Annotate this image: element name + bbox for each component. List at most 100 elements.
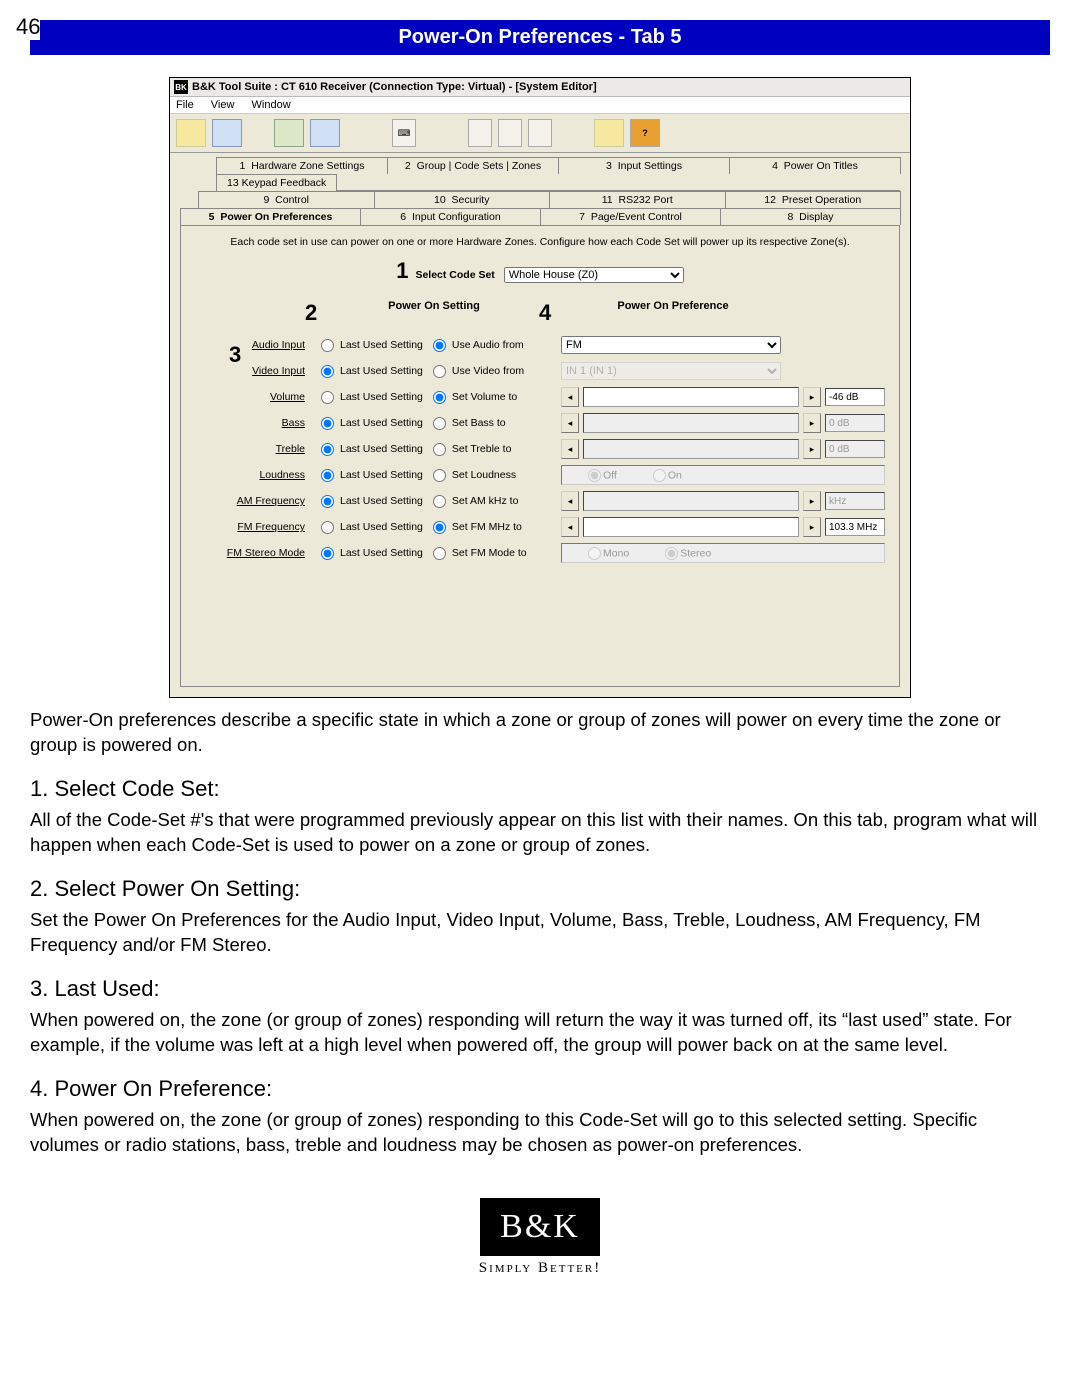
radio-last-used[interactable] — [321, 547, 334, 560]
pref-value: 0 dB — [825, 414, 885, 432]
section-body: When powered on, the zone (or group of z… — [30, 1108, 1050, 1158]
header-pref: Power On Preference — [563, 300, 783, 326]
toolbar-basic-setup-icon[interactable] — [176, 119, 206, 147]
slider-right-icon[interactable]: ▸ — [803, 517, 821, 537]
radio-set-to[interactable] — [433, 417, 446, 430]
toolbar-edit-icon[interactable] — [212, 119, 242, 147]
tab-keypad-feedback[interactable]: 13 Keypad Feedback — [216, 174, 337, 191]
pref-value: 0 dB — [825, 440, 885, 458]
section-head: 2. Select Power On Setting: — [30, 876, 1050, 902]
pref-select[interactable]: FM — [561, 336, 781, 354]
slider-left-icon: ◂ — [561, 413, 579, 433]
radio-set-to[interactable] — [433, 391, 446, 404]
tab-rs232[interactable]: 11 RS232 Port — [549, 191, 726, 208]
setting-radios: Last Used SettingSet FM Mode to — [315, 547, 555, 560]
radio-set-to[interactable] — [433, 495, 446, 508]
radio-last-used[interactable] — [321, 469, 334, 482]
page-number: 46 — [16, 14, 40, 40]
tab-group-code-sets[interactable]: 2 Group | Code Sets | Zones — [387, 157, 559, 174]
slider-track — [583, 491, 799, 511]
radio-set-to[interactable] — [433, 521, 446, 534]
setting-row-bass: BassLast Used SettingSet Bass to◂▸0 dB — [195, 410, 885, 436]
setting-label: Audio Input — [195, 339, 309, 351]
column-headers: 2 Power On Setting 4 Power On Preference — [305, 300, 885, 326]
toolbar-device2-icon[interactable] — [498, 119, 522, 147]
setting-pref: ◂▸kHz — [561, 491, 885, 511]
tab-power-on-titles[interactable]: 4 Power On Titles — [729, 157, 901, 174]
setting-radios: Last Used SettingSet FM MHz to — [315, 521, 555, 534]
setting-pref: MonoStereo — [561, 543, 885, 563]
radio-set-to[interactable] — [433, 339, 446, 352]
toolbar-source-full-icon[interactable] — [274, 119, 304, 147]
radio-set-to[interactable] — [433, 469, 446, 482]
radio-set-to[interactable] — [433, 443, 446, 456]
section-head: 3. Last Used: — [30, 976, 1050, 1002]
toolbar-device3-icon[interactable] — [528, 119, 552, 147]
tab-security[interactable]: 10 Security — [374, 191, 551, 208]
slider-track[interactable] — [583, 387, 799, 407]
tab-display[interactable]: 8 Display — [720, 208, 901, 225]
banner-title: Power-On Preferences - Tab 5 — [398, 26, 681, 48]
radio-last-used[interactable] — [321, 339, 334, 352]
setting-label: FM Frequency — [195, 521, 309, 533]
setting-label: Volume — [195, 391, 309, 403]
slider-left-icon[interactable]: ◂ — [561, 387, 579, 407]
tab-hardware-zone[interactable]: 1 Hardware Zone Settings — [216, 157, 388, 174]
tab-input-configuration[interactable]: 6 Input Configuration — [360, 208, 541, 225]
radio-last-used[interactable] — [321, 365, 334, 378]
pref-radio-group: OffOn — [561, 465, 885, 485]
radio-last-used[interactable] — [321, 495, 334, 508]
setting-pref: ◂▸0 dB — [561, 439, 885, 459]
radio-set-to[interactable] — [433, 365, 446, 378]
tab-page-event[interactable]: 7 Page/Event Control — [540, 208, 721, 225]
app-icon: BK — [174, 80, 188, 94]
toolbar-help-icon[interactable]: ? — [630, 119, 660, 147]
pref-select: IN 1 (IN 1) — [561, 362, 781, 380]
pref-radio-b — [665, 547, 678, 560]
slider-track[interactable] — [583, 517, 799, 537]
tab-row-4: 5 Power On Preferences 6 Input Configura… — [180, 208, 900, 225]
setting-pref: OffOn — [561, 465, 885, 485]
radio-last-used[interactable] — [321, 521, 334, 534]
slider-track — [583, 413, 799, 433]
setting-label: Loudness — [195, 469, 309, 481]
toolbar-clock-icon[interactable] — [594, 119, 624, 147]
setting-row-treble: TrebleLast Used SettingSet Treble to◂▸0 … — [195, 436, 885, 462]
pref-radio-b — [653, 469, 666, 482]
toolbar-device1-icon[interactable] — [468, 119, 492, 147]
radio-last-used[interactable] — [321, 391, 334, 404]
radio-set-to[interactable] — [433, 547, 446, 560]
callout-1: 1 — [396, 258, 408, 283]
window-title: B&K Tool Suite : CT 610 Receiver (Connec… — [192, 81, 597, 93]
setting-row-fm-frequency: FM Frequency Last Used SettingSet FM MHz … — [195, 514, 885, 540]
setting-radios: Last Used SettingSet Loudness — [315, 469, 555, 482]
toolbar-rs232-icon[interactable] — [310, 119, 340, 147]
code-set-select[interactable]: Whole House (Z0) — [504, 267, 684, 283]
setting-pref: IN 1 (IN 1) — [561, 362, 885, 380]
section-head: 4. Power On Preference: — [30, 1076, 1050, 1102]
tab-power-on-preferences[interactable]: 5 Power On Preferences — [180, 208, 361, 225]
slider-right-icon: ▸ — [803, 439, 821, 459]
toolbar-keyboard-icon[interactable]: ⌨ — [392, 119, 416, 147]
help-text: Each code set in use can power on one or… — [195, 236, 885, 248]
tab-preset-operation[interactable]: 12 Preset Operation — [725, 191, 902, 208]
pref-value: 103.3 MHz — [825, 518, 885, 536]
setting-pref: ◂ ▸103.3 MHz — [561, 517, 885, 537]
pref-radio-a — [588, 469, 601, 482]
radio-last-used[interactable] — [321, 417, 334, 430]
tab-control[interactable]: 9 Control — [198, 191, 375, 208]
app-window: BK B&K Tool Suite : CT 610 Receiver (Con… — [169, 77, 911, 698]
tab-input-settings[interactable]: 3 Input Settings — [558, 157, 730, 174]
setting-row-fm-stereo-mode: FM Stereo ModeLast Used SettingSet FM Mo… — [195, 540, 885, 566]
pref-radio-group: MonoStereo — [561, 543, 885, 563]
slider-left-icon[interactable]: ◂ — [561, 517, 579, 537]
setting-row-volume: VolumeLast Used SettingSet Volume to◂▸-4… — [195, 384, 885, 410]
menu-file[interactable]: File — [176, 99, 194, 111]
tab-row-1: 1 Hardware Zone Settings 2 Group | Code … — [180, 157, 900, 174]
slider-right-icon[interactable]: ▸ — [803, 387, 821, 407]
setting-row-video-input: Video InputLast Used SettingUse Video fr… — [195, 358, 885, 384]
menu-window[interactable]: Window — [252, 99, 291, 111]
setting-row-am-frequency: AM FrequencyLast Used SettingSet AM kHz … — [195, 488, 885, 514]
menu-view[interactable]: View — [211, 99, 235, 111]
radio-last-used[interactable] — [321, 443, 334, 456]
